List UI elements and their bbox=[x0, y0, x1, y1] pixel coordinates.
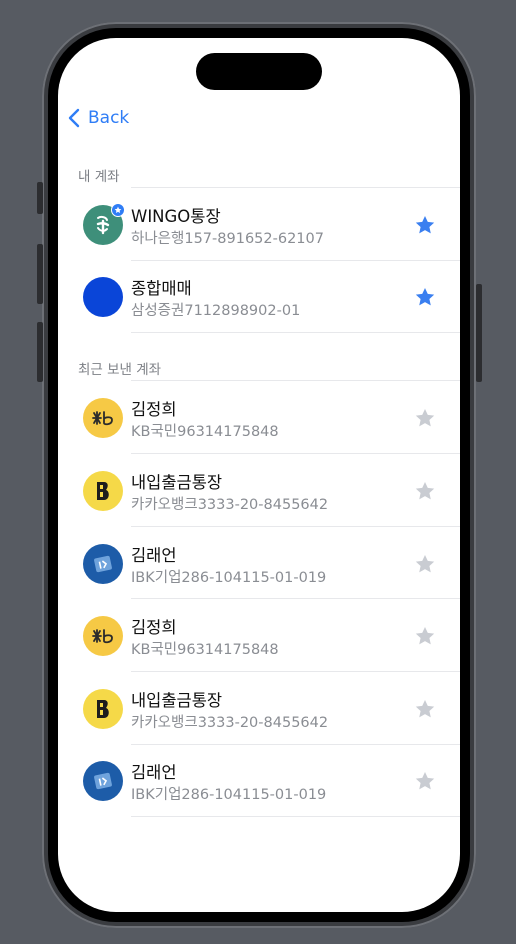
star-outline-icon[interactable] bbox=[414, 407, 436, 429]
back-label: Back bbox=[88, 108, 130, 128]
kb-bank-logo-icon bbox=[83, 398, 123, 438]
account-number: KB국민96314175848 bbox=[131, 424, 279, 440]
ibk-bank-logo-icon bbox=[83, 761, 123, 801]
ibk-bank-logo-icon bbox=[83, 544, 123, 584]
mute-switch bbox=[37, 182, 43, 214]
account-number: 카카오뱅크3333-20-8455642 bbox=[131, 497, 329, 513]
account-number: KB국민96314175848 bbox=[131, 642, 279, 658]
section-title-my-accounts: 내 계좌 bbox=[78, 169, 120, 185]
recent-account-row[interactable]: 김정희 KB국민96314175848 bbox=[58, 381, 460, 453]
divider bbox=[131, 332, 460, 333]
recent-account-row[interactable]: 김래언 IBK기업286-104115-01-019 bbox=[58, 744, 460, 816]
star-outline-icon[interactable] bbox=[414, 698, 436, 720]
chevron-left-icon bbox=[68, 108, 80, 128]
account-holder-name: 내입출금통장 bbox=[131, 473, 223, 492]
account-holder-name: 김래언 bbox=[131, 763, 177, 782]
star-outline-icon[interactable] bbox=[414, 770, 436, 792]
account-name: 종합매매 bbox=[131, 279, 192, 298]
star-filled-icon[interactable] bbox=[414, 214, 436, 236]
dynamic-island bbox=[196, 53, 322, 90]
star-outline-icon[interactable] bbox=[414, 625, 436, 647]
recent-account-row[interactable]: 내입출금통장 카카오뱅크3333-20-8455642 bbox=[58, 672, 460, 744]
volume-up-button bbox=[37, 244, 43, 304]
star-outline-icon[interactable] bbox=[414, 553, 436, 575]
recent-account-row[interactable]: 내입출금통장 카카오뱅크3333-20-8455642 bbox=[58, 454, 460, 526]
samsung-securities-logo-icon bbox=[83, 277, 123, 317]
account-holder-name: 김정희 bbox=[131, 400, 177, 419]
account-row[interactable]: WINGO통장 하나은행157-891652-62107 bbox=[58, 188, 460, 260]
divider bbox=[131, 816, 460, 817]
recent-account-row[interactable]: 김래언 IBK기업286-104115-01-019 bbox=[58, 527, 460, 599]
account-holder-name: 김정희 bbox=[131, 618, 177, 637]
account-number: 카카오뱅크3333-20-8455642 bbox=[131, 715, 329, 731]
account-row[interactable]: 종합매매 삼성증권7112898902-01 bbox=[58, 260, 460, 332]
kakao-bank-logo-icon bbox=[83, 471, 123, 511]
back-button[interactable]: Back bbox=[68, 106, 129, 130]
power-button bbox=[476, 284, 482, 382]
account-number: IBK기업286-104115-01-019 bbox=[131, 787, 327, 803]
favorite-badge-icon bbox=[111, 203, 125, 217]
star-filled-icon[interactable] bbox=[414, 286, 436, 308]
volume-down-button bbox=[37, 322, 43, 382]
star-outline-icon[interactable] bbox=[414, 480, 436, 502]
kakao-bank-logo-icon bbox=[83, 689, 123, 729]
section-title-recent-accounts: 최근 보낸 계좌 bbox=[78, 362, 162, 378]
account-number: 삼성증권7112898902-01 bbox=[131, 303, 301, 319]
account-holder-name: 내입출금통장 bbox=[131, 691, 223, 710]
account-number: 하나은행157-891652-62107 bbox=[131, 231, 324, 247]
recent-account-row[interactable]: 김정희 KB국민96314175848 bbox=[58, 599, 460, 671]
hana-bank-logo-icon bbox=[83, 203, 125, 245]
screen: Back 내 계좌 WINGO통장 하나은행157-891652-62107 종… bbox=[58, 38, 460, 912]
account-name: WINGO통장 bbox=[131, 207, 221, 226]
kb-bank-logo-icon bbox=[83, 616, 123, 656]
account-holder-name: 김래언 bbox=[131, 546, 177, 565]
account-number: IBK기업286-104115-01-019 bbox=[131, 570, 327, 586]
